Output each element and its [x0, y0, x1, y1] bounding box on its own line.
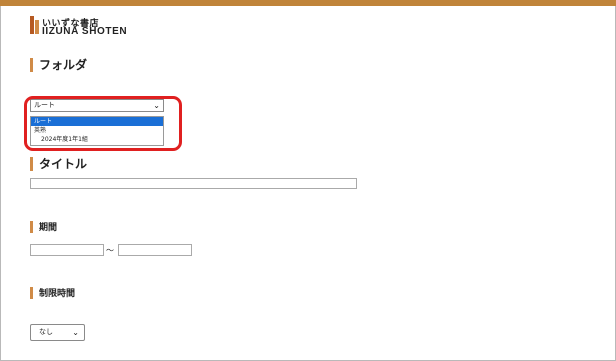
- period-end-input[interactable]: [118, 244, 192, 256]
- folder-heading: フォルダ: [30, 56, 87, 73]
- top-accent-bar: [0, 0, 616, 6]
- heading-accent: [30, 286, 33, 299]
- heading-accent: [30, 156, 33, 171]
- time-limit-value: なし: [39, 328, 53, 336]
- folder-heading-label: フォルダ: [39, 58, 88, 72]
- heading-accent: [30, 220, 33, 233]
- period-heading-label: 期間: [39, 223, 58, 233]
- title-heading: タイトル: [30, 155, 87, 172]
- time-limit-select[interactable]: なし ⌄: [30, 324, 85, 341]
- period-start-input[interactable]: [30, 244, 104, 256]
- logo-mark-icon: [30, 16, 40, 34]
- dropdown-highlight-callout: [24, 96, 182, 151]
- title-input[interactable]: [30, 178, 357, 189]
- period-heading: 期間: [30, 220, 57, 233]
- time-limit-heading-label: 制限時間: [39, 289, 76, 299]
- logo-name-en: IIZUNA SHOTEN: [42, 26, 128, 37]
- title-heading-label: タイトル: [39, 157, 88, 171]
- chevron-down-icon: ⌄: [72, 328, 79, 337]
- time-limit-heading: 制限時間: [30, 286, 75, 299]
- heading-accent: [30, 57, 33, 72]
- period-separator: ～: [106, 246, 114, 255]
